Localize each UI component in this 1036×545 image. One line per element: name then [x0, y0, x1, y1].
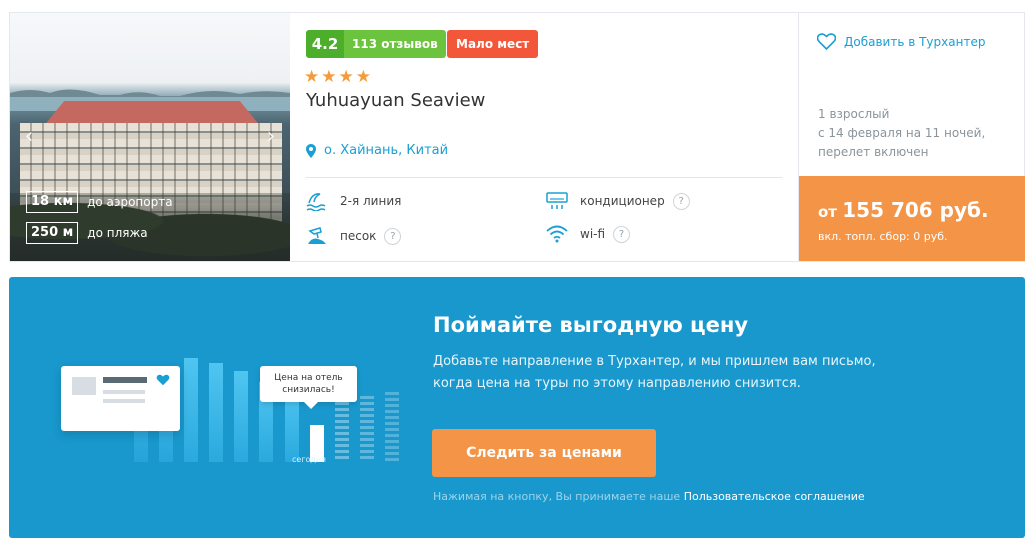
- feature-air-conditioner: кондиционер ?: [546, 191, 690, 211]
- card-image-placeholder: [72, 377, 96, 395]
- help-icon[interactable]: ?: [672, 192, 690, 210]
- banner-text-line: когда цена на туры по этому направлению …: [433, 376, 801, 391]
- agreement-text: Нажимая на кнопку, Вы принимаете наше: [433, 490, 681, 503]
- today-label: сегодня: [292, 455, 326, 464]
- tour-price: от 155 706 руб.: [818, 198, 989, 222]
- hotel-stars: ★★★★: [304, 67, 373, 87]
- feature-label: кондиционер: [580, 194, 665, 208]
- tour-details: 1 взрослый с 14 февраля на 11 ночей, пер…: [818, 105, 985, 162]
- heart-icon: [817, 33, 836, 50]
- illustration-bar: [209, 363, 223, 462]
- add-to-tourhunter-button[interactable]: Добавить в Турхантер: [817, 33, 985, 50]
- feature-beach-line: 2-я линия: [306, 191, 401, 211]
- illustration-bar: [360, 396, 374, 462]
- hotel-info: 4.2 113 отзывов Мало мест ★★★★ Yuhuayuan…: [290, 13, 798, 261]
- hotel-location[interactable]: о. Хайнань, Китай: [306, 143, 448, 158]
- banner-description: Добавьте направление в Турхантер, и мы п…: [433, 351, 903, 395]
- availability-badge: Мало мест: [447, 30, 539, 58]
- air-conditioner-icon: [546, 192, 568, 209]
- help-icon[interactable]: ?: [384, 227, 402, 245]
- tour-flight: перелет включен: [818, 145, 929, 159]
- distance-beach: 250 м до пляжа: [26, 222, 148, 244]
- price-panel: Добавить в Турхантер 1 взрослый с 14 фев…: [798, 13, 1025, 261]
- help-icon[interactable]: ?: [613, 225, 631, 243]
- price-alert-banner: Цена на отель снизилась! сегодня Поймайт…: [9, 277, 1025, 538]
- watch-prices-button[interactable]: Следить за ценами: [432, 429, 656, 477]
- photo-prev-icon[interactable]: ‹: [20, 125, 38, 149]
- card-line: [103, 390, 145, 394]
- user-agreement-link[interactable]: Пользовательское соглашение: [684, 490, 865, 503]
- sand-icon: [308, 227, 326, 244]
- bubble-line: снизилась!: [282, 385, 335, 395]
- rating-score: 4.2: [306, 30, 344, 58]
- illustration-bar: [385, 392, 399, 462]
- fuel-fee: вкл. топл. сбор: 0 руб.: [818, 230, 948, 243]
- distance-label: до аэропорта: [87, 195, 173, 209]
- photo-next-icon[interactable]: ›: [262, 125, 280, 149]
- illustration-bar: [184, 358, 198, 462]
- feature-label: wi-fi: [580, 227, 606, 241]
- add-to-tourhunter-label: Добавить в Турхантер: [844, 34, 986, 49]
- info-divider: [306, 177, 782, 178]
- location-pin-icon: [306, 143, 316, 158]
- feature-label: песок: [340, 229, 377, 243]
- heart-icon: [156, 374, 170, 386]
- distance-value: 250 м: [26, 222, 79, 244]
- banner-title: Поймайте выгодную цену: [433, 313, 749, 337]
- distance-value: 18 км: [26, 191, 79, 213]
- hotel-photo[interactable]: ‹ › 18 км до аэропорта 250 м до пляжа: [10, 13, 290, 261]
- rating-badge[interactable]: 4.2 113 отзывов: [306, 30, 446, 58]
- hotel-name[interactable]: Yuhuayuan Seaview: [306, 90, 485, 111]
- price-drop-bubble: Цена на отель снизилась!: [260, 366, 357, 409]
- tour-travelers: 1 взрослый: [818, 107, 890, 121]
- wifi-icon: [546, 225, 568, 243]
- card-line: [103, 399, 145, 403]
- banner-text-line: Добавьте направление в Турхантер, и мы п…: [433, 354, 876, 369]
- reviews-count[interactable]: 113 отзывов: [344, 30, 446, 58]
- hotel-card: ‹ › 18 км до аэропорта 250 м до пляжа 4.…: [9, 12, 1025, 262]
- feature-label: 2-я линия: [340, 194, 402, 208]
- card-line: [103, 377, 147, 383]
- distance-airport: 18 км до аэропорта: [26, 191, 173, 213]
- distance-label: до пляжа: [87, 226, 148, 240]
- illustration-bar: [234, 371, 248, 462]
- price-value: 155 706 руб.: [842, 198, 989, 222]
- feature-wifi: wi-fi ?: [546, 225, 631, 243]
- bubble-line: Цена на отель: [274, 373, 343, 383]
- hotel-card-illustration: [61, 366, 180, 431]
- location-text: о. Хайнань, Китай: [324, 143, 449, 158]
- price-prefix: от: [818, 203, 837, 221]
- price-button[interactable]: от 155 706 руб. вкл. топл. сбор: 0 руб.: [799, 176, 1025, 261]
- agreement-note: Нажимая на кнопку, Вы принимаете наше По…: [433, 490, 865, 503]
- tour-dates: с 14 февраля на 11 ночей,: [818, 126, 986, 140]
- feature-sand: песок ?: [306, 225, 402, 247]
- roof-decoration: [44, 101, 260, 125]
- beach-line-icon: [306, 193, 326, 211]
- illustration-bar: [335, 402, 349, 462]
